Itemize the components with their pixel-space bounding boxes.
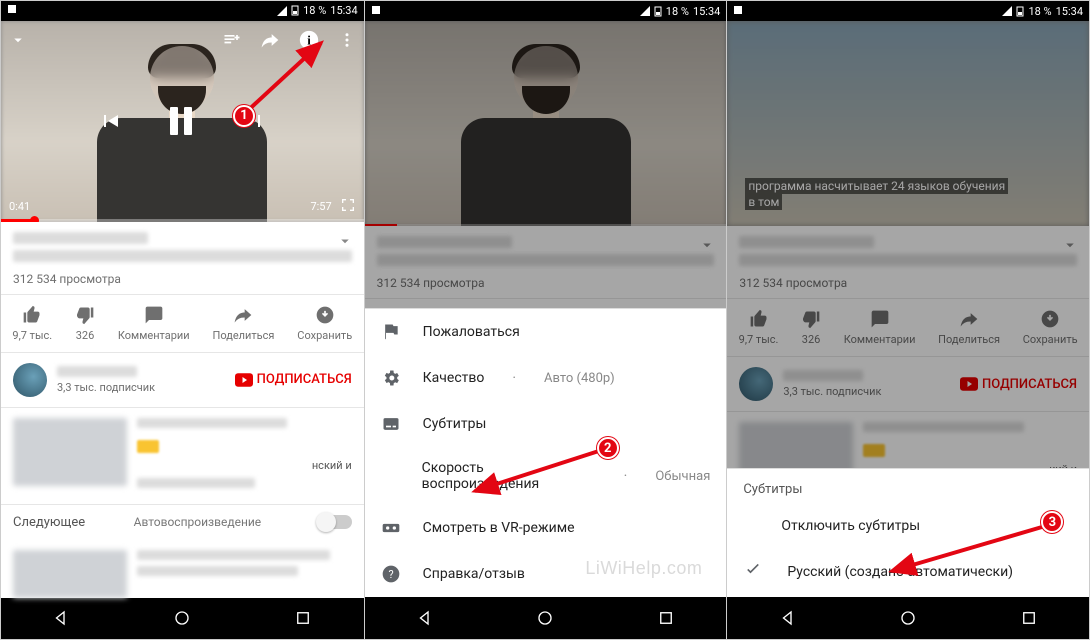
menu-speed[interactable]: Скорость воспроизведения·Обычная: [365, 447, 727, 505]
nav-home-icon[interactable]: [530, 609, 560, 627]
menu-subtitles[interactable]: Субтитры: [365, 401, 727, 447]
status-bar: 18 % 15:34: [1, 1, 364, 21]
battery-icon: [1016, 6, 1024, 17]
screenshot-step-3: 18 % 15:34 программа насчитывает 24 язык…: [726, 1, 1089, 639]
autoplay-label: Автовоспроизведение: [134, 515, 262, 529]
pause-button[interactable]: [162, 101, 202, 141]
menu-report[interactable]: Пожаловаться: [365, 309, 727, 355]
share-icon[interactable]: [260, 30, 280, 54]
subtitles-option-ru[interactable]: Русский (создано автоматически): [727, 547, 1089, 597]
signal-icon: [277, 6, 287, 16]
nav-back-icon[interactable]: [46, 609, 76, 627]
android-navbar: [365, 597, 727, 639]
nav-home-icon[interactable]: [893, 609, 923, 627]
menu-vr[interactable]: Смотреть в VR-режиме: [365, 505, 727, 551]
action-bar: 9,7 тыс. 326 Комментарии Поделиться Сохр…: [1, 295, 364, 353]
video-meta[interactable]: 312 534 просмотра: [1, 222, 364, 295]
more-icon[interactable]: [338, 31, 356, 53]
battery-text: 18 %: [303, 4, 326, 17]
info-icon[interactable]: i: [298, 29, 320, 55]
title-placeholder: [13, 232, 148, 244]
nav-back-icon[interactable]: [773, 609, 803, 627]
like-button[interactable]: 9,7 тыс.: [12, 305, 52, 342]
channel-row[interactable]: 3,3 тыс. подписчик ПОДПИСАТЬСЯ: [1, 353, 364, 408]
view-count: 312 534 просмотра: [13, 272, 352, 286]
signal-icon: [1002, 6, 1012, 16]
collapse-icon[interactable]: [9, 31, 27, 53]
add-to-playlist-icon[interactable]: [222, 30, 242, 54]
subscriber-count: 3,3 тыс. подписчик: [57, 381, 155, 394]
svg-text:?: ?: [388, 568, 393, 581]
android-navbar: [1, 598, 364, 639]
status-bar: 18 % 15:34: [365, 1, 727, 21]
channel-avatar-icon: [13, 363, 47, 397]
save-button[interactable]: Сохранить: [297, 305, 352, 342]
subscribe-button[interactable]: ПОДПИСАТЬСЯ: [235, 372, 352, 387]
related-tail: нский и: [137, 459, 352, 472]
related-item-1[interactable]: нский и: [1, 408, 364, 505]
check-icon: [743, 560, 765, 584]
fullscreen-icon[interactable]: [340, 197, 356, 216]
subtitles-sheet-header: Субтитры: [727, 469, 1089, 505]
subtitles-disable[interactable]: Отключить субтитры: [727, 505, 1089, 547]
nav-back-icon[interactable]: [410, 609, 440, 627]
battery-icon: [291, 5, 299, 16]
settings-sheet: Пожаловаться Качество·Авто (480p) Субтит…: [365, 308, 727, 597]
title-placeholder-2: [13, 250, 352, 262]
screenshot-step-1: 18 % 15:34 i: [1, 1, 364, 639]
expand-description-icon[interactable]: [336, 232, 354, 254]
svg-text:i: i: [307, 33, 311, 47]
screenshot-step-2: 18 % 15:34 312 534 просмотра 9,7 тыс. 32…: [364, 1, 727, 639]
autoplay-toggle[interactable]: [318, 515, 352, 529]
annotation-badge-1: 1: [233, 105, 255, 127]
video-player[interactable]: i 0:41 7:57 1: [1, 21, 364, 222]
up-next-row: Следующее Автовоспроизведение: [1, 505, 364, 540]
subtitles-sheet: Субтитры Отключить субтитры Русский (соз…: [727, 468, 1089, 597]
annotation-badge-2: 2: [597, 437, 619, 459]
signal-icon: [640, 6, 650, 16]
elapsed-time: 0:41: [9, 200, 30, 213]
channel-name-placeholder: [57, 366, 137, 377]
up-next-label: Следующее: [13, 515, 85, 530]
clock-text: 15:34: [330, 4, 357, 17]
share-button[interactable]: Поделиться: [212, 305, 274, 342]
nav-recents-icon[interactable]: [651, 609, 681, 627]
nav-recents-icon[interactable]: [1014, 609, 1044, 627]
dislike-button[interactable]: 326: [75, 305, 95, 342]
android-navbar: [727, 597, 1089, 639]
ad-badge: [137, 440, 159, 453]
nav-home-icon[interactable]: [167, 609, 197, 627]
previous-icon[interactable]: [90, 101, 130, 141]
menu-help[interactable]: ?Справка/отзыв: [365, 551, 727, 597]
menu-quality[interactable]: Качество·Авто (480p): [365, 355, 727, 401]
nav-recents-icon[interactable]: [288, 609, 318, 627]
battery-icon: [654, 6, 662, 17]
duration-time: 7:57: [310, 200, 331, 213]
status-bar: 18 % 15:34: [727, 1, 1089, 21]
related-item-2[interactable]: [1, 540, 364, 598]
comments-button[interactable]: Комментарии: [118, 305, 190, 342]
